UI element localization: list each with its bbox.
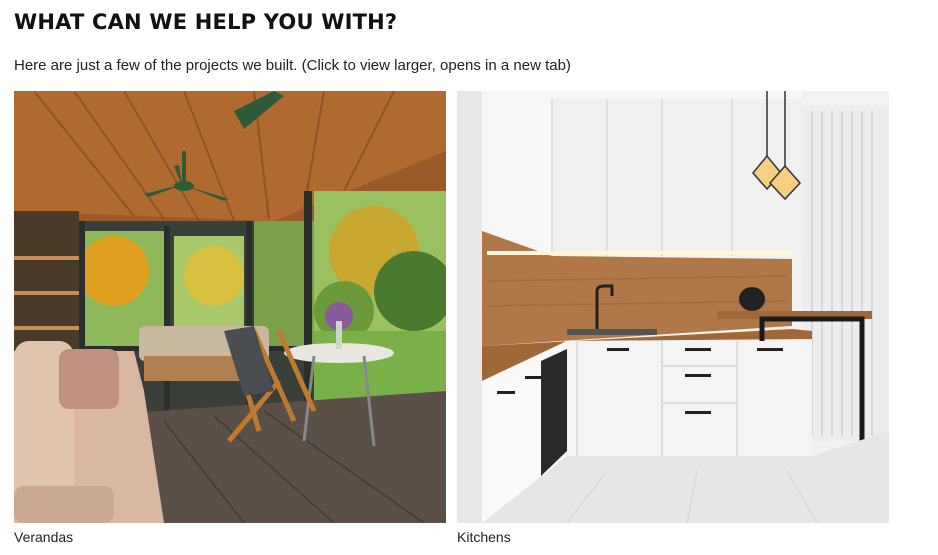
kitchen-photo[interactable] <box>457 91 889 523</box>
page: WHAT CAN WE HELP YOU WITH? Here are just… <box>0 0 938 555</box>
section-heading: WHAT CAN WE HELP YOU WITH? <box>14 10 398 34</box>
veranda-photo[interactable] <box>14 91 446 523</box>
gallery-item-kitchens[interactable]: Kitchens <box>457 91 889 545</box>
gallery-caption-verandas: Verandas <box>14 529 74 545</box>
gallery-caption-kitchens: Kitchens <box>457 529 511 545</box>
section-intro: Here are just a few of the projects we b… <box>14 57 571 74</box>
gallery-item-verandas[interactable]: Verandas <box>14 91 446 545</box>
